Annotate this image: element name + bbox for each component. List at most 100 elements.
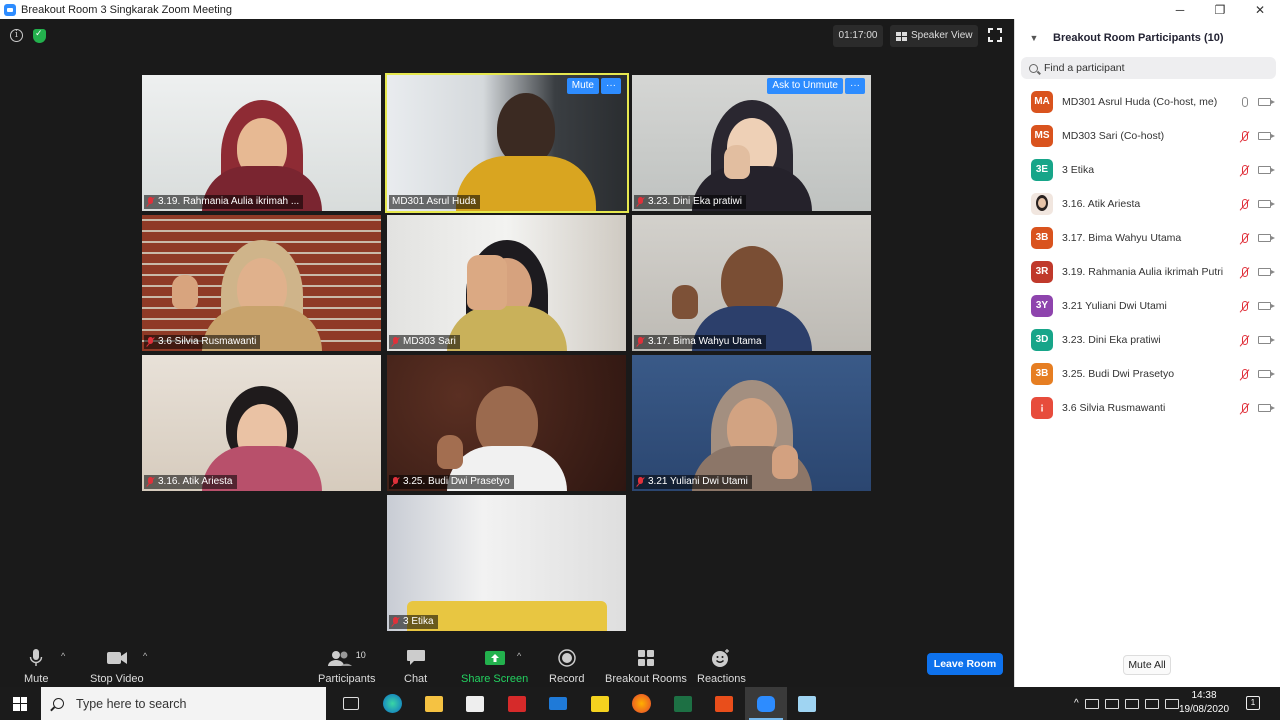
- volume-icon[interactable]: [1144, 698, 1159, 709]
- taskbar-app-file-explorer[interactable]: [413, 687, 455, 720]
- muted-mic-icon[interactable]: [1238, 165, 1252, 175]
- leave-room-button[interactable]: Leave Room: [927, 653, 1003, 675]
- microphone-icon[interactable]: [1238, 97, 1252, 107]
- muted-mic-icon[interactable]: [1238, 267, 1252, 277]
- more-options-button[interactable]: ···: [601, 78, 621, 94]
- participants-button[interactable]: 10 Participants: [318, 647, 375, 685]
- encryption-shield-icon[interactable]: [33, 28, 46, 43]
- participant-name-label: 3.21 Yuliani Dwi Utami: [634, 475, 752, 489]
- taskbar-clock[interactable]: 14:38 19/08/2020: [1172, 689, 1236, 717]
- video-camera-icon[interactable]: [1258, 132, 1275, 140]
- taskbar-app-notepad[interactable]: [787, 687, 829, 720]
- minimize-button[interactable]: ─: [1160, 3, 1200, 17]
- search-icon: [1029, 63, 1038, 73]
- sticky-note-icon: [590, 695, 609, 712]
- participant-row[interactable]: 3E 3 Etika: [1015, 153, 1280, 187]
- taskbar-app-gift[interactable]: [496, 687, 538, 720]
- collapse-chevron-icon[interactable]: ▼: [1015, 33, 1053, 43]
- taskbar-app-excel[interactable]: [662, 687, 704, 720]
- muted-mic-icon[interactable]: [1238, 301, 1252, 311]
- speaker-view-button[interactable]: Speaker View: [890, 25, 978, 47]
- muted-mic-icon[interactable]: [1238, 335, 1252, 345]
- video-camera-icon[interactable]: [1258, 234, 1275, 242]
- find-participant-search[interactable]: Find a participant: [1021, 57, 1276, 79]
- taskbar-search-box[interactable]: Type here to search: [41, 687, 326, 720]
- muted-mic-icon: [147, 197, 154, 207]
- taskbar-app-mail[interactable]: [538, 687, 580, 720]
- close-button[interactable]: ✕: [1240, 3, 1280, 17]
- video-camera-icon[interactable]: [1258, 370, 1275, 378]
- taskbar-app-office[interactable]: [704, 687, 746, 720]
- video-tile[interactable]: 3.16. Atik Ariesta: [142, 355, 381, 491]
- video-tile[interactable]: 3.6 Silvia Rusmawanti: [142, 215, 381, 351]
- video-camera-icon[interactable]: [1258, 268, 1275, 276]
- ask-to-unmute-button[interactable]: Ask to Unmute: [767, 78, 843, 94]
- breakout-rooms-button[interactable]: Breakout Rooms: [605, 647, 687, 685]
- network-icon[interactable]: [1124, 698, 1139, 709]
- restore-button[interactable]: ❐: [1200, 3, 1240, 17]
- tray-expand-caret[interactable]: ^: [1074, 698, 1079, 709]
- share-options-caret[interactable]: ^: [517, 651, 521, 661]
- participant-row[interactable]: 3.16. Atik Ariesta: [1015, 187, 1280, 221]
- participant-row[interactable]: 3R 3.19. Rahmania Aulia ikrimah Putri: [1015, 255, 1280, 289]
- more-options-button[interactable]: ···: [845, 78, 865, 94]
- video-camera-icon[interactable]: [1258, 404, 1275, 412]
- reactions-button[interactable]: Reactions: [697, 647, 746, 685]
- video-camera-icon[interactable]: [1258, 302, 1275, 310]
- video-tile[interactable]: 3 Etika: [387, 495, 626, 631]
- participant-name: 3.16. Atik Ariesta: [1062, 198, 1141, 210]
- participants-panel: ▼ Breakout Room Participants (10) Find a…: [1014, 19, 1280, 687]
- video-tile[interactable]: 3.19. Rahmania Aulia ikrimah ...: [142, 75, 381, 211]
- video-camera-icon[interactable]: [1258, 98, 1275, 106]
- participant-row[interactable]: 3B 3.17. Bima Wahyu Utama: [1015, 221, 1280, 255]
- participant-name: 3.21 Yuliani Dwi Utami: [1062, 300, 1167, 312]
- notification-center-icon[interactable]: 1: [1246, 696, 1260, 710]
- participant-name-label: 3 Etika: [389, 615, 438, 629]
- video-tile[interactable]: 3.21 Yuliani Dwi Utami: [632, 355, 871, 491]
- participants-icon: 10: [327, 647, 366, 669]
- video-camera-icon[interactable]: [1258, 200, 1275, 208]
- mute-participant-button[interactable]: Mute: [566, 78, 599, 94]
- video-options-caret[interactable]: ^: [143, 651, 147, 661]
- video-tile[interactable]: 3.17. Bima Wahyu Utama: [632, 215, 871, 351]
- avatar: 3D: [1031, 329, 1053, 351]
- muted-mic-icon[interactable]: [1238, 131, 1252, 141]
- video-tile-active-speaker[interactable]: Mute ··· MD301 Asrul Huda: [385, 73, 629, 213]
- video-tile[interactable]: Ask to Unmute ··· 3.23. Dini Eka pratiwi: [632, 75, 871, 211]
- participants-count: 10: [355, 650, 366, 660]
- participant-row[interactable]: 3Y 3.21 Yuliani Dwi Utami: [1015, 289, 1280, 323]
- fullscreen-icon[interactable]: [988, 28, 1002, 42]
- video-tile[interactable]: 3.25. Budi Dwi Prasetyo: [387, 355, 626, 491]
- video-tile[interactable]: MD303 Sari: [387, 215, 626, 351]
- participant-row[interactable]: ¡ 3.6 Silvia Rusmawanti: [1015, 391, 1280, 425]
- audio-options-caret[interactable]: ^: [61, 651, 65, 661]
- participant-name-label: MD303 Sari: [389, 335, 460, 349]
- stop-video-button[interactable]: Stop Video: [90, 647, 144, 685]
- video-camera-icon[interactable]: [1258, 166, 1275, 174]
- taskbar-app-sticky-notes[interactable]: [579, 687, 621, 720]
- muted-mic-icon[interactable]: [1238, 199, 1252, 209]
- muted-mic-icon[interactable]: [1238, 403, 1252, 413]
- taskbar-app-firefox[interactable]: [621, 687, 663, 720]
- taskbar-app-edge[interactable]: [372, 687, 414, 720]
- muted-mic-icon[interactable]: [1238, 369, 1252, 379]
- video-camera-icon[interactable]: [1258, 336, 1275, 344]
- record-button[interactable]: Record: [549, 647, 584, 685]
- start-button[interactable]: [0, 687, 40, 720]
- security-tray-icon[interactable]: [1104, 698, 1119, 709]
- task-view-icon: [342, 697, 359, 710]
- task-view-button[interactable]: [330, 687, 372, 720]
- participant-row[interactable]: 3D 3.23. Dini Eka pratiwi: [1015, 323, 1280, 357]
- chat-button[interactable]: Chat: [404, 647, 427, 685]
- grid-icon: [896, 31, 907, 41]
- taskbar-app-store[interactable]: [455, 687, 497, 720]
- participant-row[interactable]: MS MD303 Sari (Co-host): [1015, 119, 1280, 153]
- participant-row[interactable]: MA MD301 Asrul Huda (Co-host, me): [1015, 85, 1280, 119]
- participant-row[interactable]: 3B 3.25. Budi Dwi Prasetyo: [1015, 357, 1280, 391]
- mute-all-button[interactable]: Mute All: [1123, 655, 1171, 675]
- battery-icon[interactable]: [1084, 698, 1099, 709]
- taskbar-app-zoom[interactable]: [745, 687, 787, 720]
- info-icon[interactable]: i: [10, 29, 23, 42]
- muted-mic-icon[interactable]: [1238, 233, 1252, 243]
- mute-button[interactable]: Mute: [24, 647, 48, 685]
